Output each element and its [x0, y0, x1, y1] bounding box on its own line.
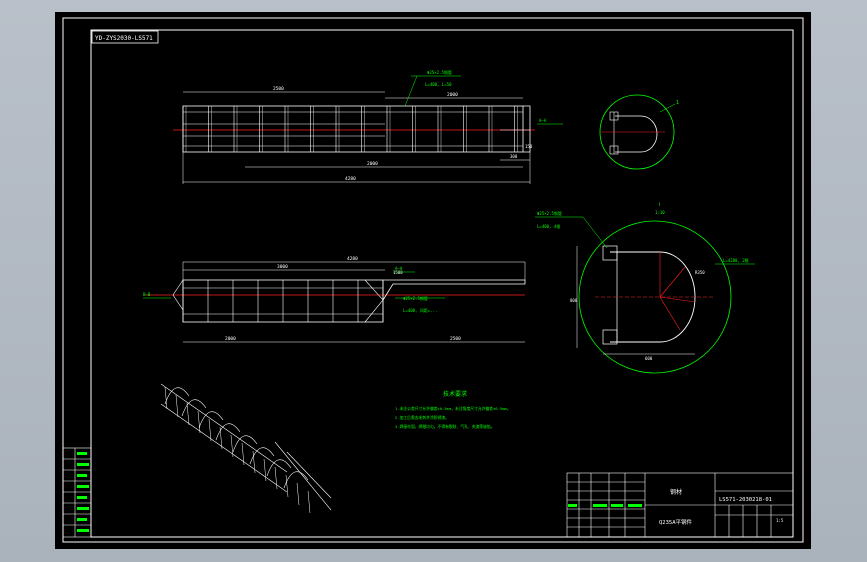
- front-note-2: L=400, 间距=...: [403, 307, 438, 313]
- tech-req-line-2: 2.加工后需去毛刺并涂防锈漆。: [395, 415, 449, 420]
- section-large-title: Ⅰ: [659, 202, 660, 208]
- iso-hoop: [232, 435, 258, 453]
- front-view: 4280 3000 2000 2500 1500 A—A Φ25×2.5钢管 L…: [143, 256, 526, 343]
- front-dim-bottom-right: 2500: [450, 336, 461, 342]
- tech-req-title: 技术要求: [443, 390, 467, 398]
- section-large-note-3: L=4280, 2根: [723, 257, 749, 263]
- top-dim-right: 300: [510, 154, 518, 159]
- title-block: 钢材 Q235A平钢件 LS571-2030218-01 1:5: [566, 472, 794, 538]
- top-dim-bottom: 2000: [367, 161, 378, 167]
- front-section-a: A—A: [395, 266, 403, 271]
- iso-hoop: [198, 411, 224, 429]
- iso-rung: [285, 474, 289, 498]
- top-note-2: L=400, L=50: [425, 82, 452, 87]
- iso-rung: [274, 466, 278, 490]
- top-note-1: Φ25×2.5钢管: [427, 69, 452, 75]
- section-small: 1: [599, 94, 679, 170]
- left-revision-strip: [62, 447, 92, 538]
- iso-rung: [263, 458, 267, 482]
- iso-rung: [164, 386, 168, 410]
- front-dim-left: 3000: [277, 264, 288, 270]
- cad-drawing: YD-ZYS2030-LS571 2500 2000 4280 2000 300…: [62, 17, 804, 543]
- top-dim-gap: 150: [525, 144, 533, 149]
- tech-req-line-1: 1.未注公差尺寸允许偏差±0.5mm，未注角度尺寸允许偏差±0.5mm。: [395, 406, 511, 411]
- iso-hoop: [164, 387, 190, 405]
- top-dim-left: 2500: [273, 86, 284, 92]
- title-material: 钢材: [670, 488, 682, 496]
- front-dim-overall: 4280: [347, 256, 358, 262]
- iso-rung: [307, 490, 311, 514]
- section-large-width: 600: [645, 356, 653, 361]
- section-large-radius: R350: [695, 270, 705, 275]
- iso-hoop: [283, 471, 309, 489]
- section-large-note-1: Φ25×2.5钢管: [537, 210, 562, 216]
- title-part-name: Q235A平钢件: [659, 518, 693, 526]
- top-view: 2500 2000 4280 2000 300 150 Φ25×2.5钢管 L=…: [173, 69, 563, 184]
- tech-req-line-3: 3.焊接牢固，焊缝均匀，不得有裂纹、气孔、夹渣等缺陷。: [395, 424, 495, 429]
- section-large-note-2: L=400, 4根: [537, 223, 560, 229]
- top-dim-overall: 4280: [345, 176, 356, 182]
- stamp-text: YD-ZYS2030-LS571: [95, 35, 153, 42]
- section-large-height: 800: [570, 298, 578, 303]
- iso-hoop: [215, 423, 241, 441]
- iso-rung: [241, 442, 245, 466]
- iso-hoop: [181, 399, 207, 417]
- isometric-view: [160, 383, 332, 514]
- section-large: Ⅰ 1:10 800 600 R350 Φ25×2.5钢管 L=400, 4根 …: [535, 202, 755, 374]
- iso-hoop: [266, 459, 292, 477]
- drawing-stamp: YD-ZYS2030-LS571: [91, 30, 159, 44]
- title-drawing-no: LS571-2030218-01: [719, 497, 772, 503]
- front-note-1: Φ25×2.5钢管: [403, 295, 428, 301]
- section-large-subtitle: 1:10: [655, 210, 665, 215]
- section-small-label: 1: [676, 100, 679, 106]
- top-section-a: A—A: [539, 118, 547, 123]
- iso-rung: [175, 394, 179, 418]
- title-scale: 1:5: [776, 518, 784, 523]
- top-dim-mid: 2000: [447, 92, 458, 98]
- front-section-b: B—B: [143, 292, 151, 297]
- iso-rung: [186, 402, 190, 426]
- front-dim-bottom-left: 2000: [225, 336, 236, 342]
- tech-requirements: 技术要求 1.未注公差尺寸允许偏差±0.5mm，未注角度尺寸允许偏差±0.5mm…: [395, 390, 511, 429]
- iso-rung: [296, 482, 300, 506]
- cad-viewport[interactable]: YD-ZYS2030-LS571 2500 2000 4280 2000 300…: [55, 12, 811, 549]
